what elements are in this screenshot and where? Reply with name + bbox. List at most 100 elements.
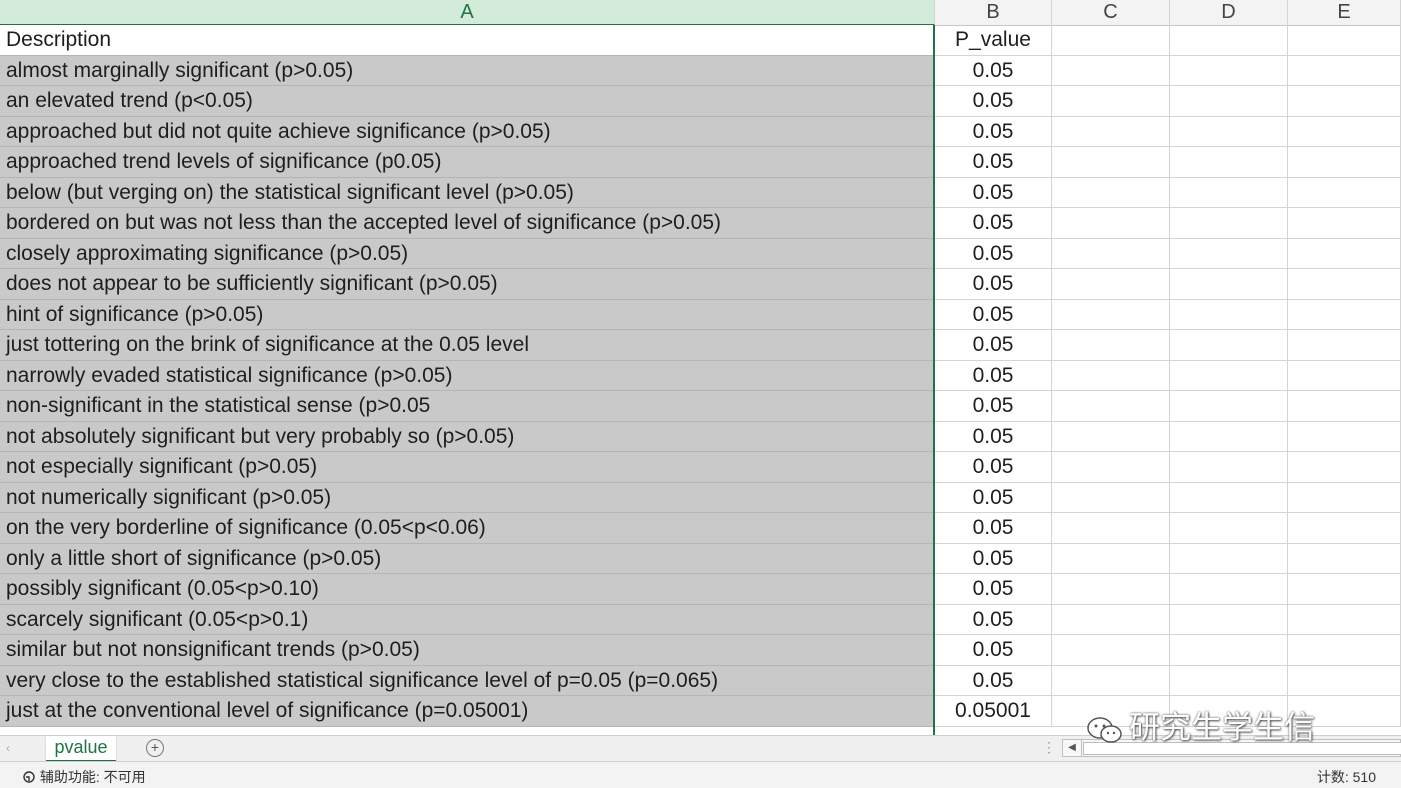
- cell-a[interactable]: very close to the established statistica…: [0, 665, 935, 696]
- cell-d[interactable]: [1170, 147, 1288, 178]
- cell-e[interactable]: [1288, 86, 1401, 117]
- cell-a[interactable]: scarcely significant (0.05<p>0.1): [0, 604, 935, 635]
- cell-d[interactable]: [1170, 238, 1288, 269]
- cell-a[interactable]: below (but verging on) the statistical s…: [0, 177, 935, 208]
- cell-c[interactable]: [1052, 604, 1170, 635]
- cell-e[interactable]: [1288, 543, 1401, 574]
- cell-b[interactable]: 0.05: [935, 269, 1052, 300]
- cell-c1[interactable]: [1052, 25, 1170, 56]
- cell-e[interactable]: [1288, 604, 1401, 635]
- cell-c[interactable]: [1052, 452, 1170, 483]
- cell-c[interactable]: [1052, 269, 1170, 300]
- cell-b[interactable]: 0.05: [935, 391, 1052, 422]
- column-header-c[interactable]: C: [1052, 0, 1170, 25]
- cell-c[interactable]: [1052, 635, 1170, 666]
- cell-d[interactable]: [1170, 391, 1288, 422]
- cell-d[interactable]: [1170, 116, 1288, 147]
- cell-a[interactable]: non-significant in the statistical sense…: [0, 391, 935, 422]
- cell-b[interactable]: 0.05: [935, 482, 1052, 513]
- cell-b[interactable]: 0.05: [935, 635, 1052, 666]
- cell-d[interactable]: [1170, 55, 1288, 86]
- cell-d[interactable]: [1170, 665, 1288, 696]
- cell-c[interactable]: [1052, 421, 1170, 452]
- cell-b[interactable]: 0.05: [935, 330, 1052, 361]
- cell-d[interactable]: [1170, 635, 1288, 666]
- cell-b[interactable]: 0.05: [935, 177, 1052, 208]
- cell-d[interactable]: [1170, 452, 1288, 483]
- column-header-e[interactable]: E: [1288, 0, 1401, 25]
- cell-a[interactable]: just tottering on the brink of significa…: [0, 330, 935, 361]
- cell-d[interactable]: [1170, 360, 1288, 391]
- cell-a[interactable]: not numerically significant (p>0.05): [0, 482, 935, 513]
- cell-b[interactable]: 0.05: [935, 238, 1052, 269]
- cell-b[interactable]: 0.05: [935, 452, 1052, 483]
- cell-a[interactable]: narrowly evaded statistical significance…: [0, 360, 935, 391]
- cell-e[interactable]: [1288, 208, 1401, 239]
- cell-b[interactable]: 0.05: [935, 299, 1052, 330]
- cell-d[interactable]: [1170, 269, 1288, 300]
- cell-c[interactable]: [1052, 391, 1170, 422]
- cell-c[interactable]: [1052, 299, 1170, 330]
- cell-b[interactable]: 0.05: [935, 86, 1052, 117]
- cell-a[interactable]: approached trend levels of significance …: [0, 147, 935, 178]
- cell-c[interactable]: [1052, 116, 1170, 147]
- cell-b[interactable]: 0.05: [935, 360, 1052, 391]
- cell-d[interactable]: [1170, 299, 1288, 330]
- cell-b[interactable]: 0.05001: [935, 696, 1052, 727]
- cell-c[interactable]: [1052, 147, 1170, 178]
- cell-e[interactable]: [1288, 147, 1401, 178]
- column-header-d[interactable]: D: [1170, 0, 1288, 25]
- cell-a[interactable]: on the very borderline of significance (…: [0, 513, 935, 544]
- cell-c[interactable]: [1052, 513, 1170, 544]
- column-header-b[interactable]: B: [935, 0, 1052, 25]
- cell-a[interactable]: an elevated trend (p<0.05): [0, 86, 935, 117]
- cell-d1[interactable]: [1170, 25, 1288, 56]
- tab-splitter-handle[interactable]: ⋮: [1042, 739, 1056, 756]
- cell-d[interactable]: [1170, 482, 1288, 513]
- cell-e[interactable]: [1288, 238, 1401, 269]
- cell-a[interactable]: not absolutely significant but very prob…: [0, 421, 935, 452]
- cell-e[interactable]: [1288, 452, 1401, 483]
- cell-c[interactable]: [1052, 86, 1170, 117]
- cell-c[interactable]: [1052, 208, 1170, 239]
- cell-b[interactable]: 0.05: [935, 513, 1052, 544]
- cell-e[interactable]: [1288, 391, 1401, 422]
- cell-c[interactable]: [1052, 665, 1170, 696]
- cell-a[interactable]: closely approximating significance (p>0.…: [0, 238, 935, 269]
- cell-a[interactable]: bordered on but was not less than the ac…: [0, 208, 935, 239]
- cell-b[interactable]: 0.05: [935, 421, 1052, 452]
- cell-e[interactable]: [1288, 513, 1401, 544]
- cell-c[interactable]: [1052, 330, 1170, 361]
- cell-e[interactable]: [1288, 269, 1401, 300]
- cell-d[interactable]: [1170, 574, 1288, 605]
- cell-e[interactable]: [1288, 55, 1401, 86]
- cell-c[interactable]: [1052, 177, 1170, 208]
- cell-e[interactable]: [1288, 177, 1401, 208]
- cell-e[interactable]: [1288, 421, 1401, 452]
- cell-b[interactable]: 0.05: [935, 604, 1052, 635]
- cell-b[interactable]: 0.05: [935, 147, 1052, 178]
- cell-a[interactable]: approached but did not quite achieve sig…: [0, 116, 935, 147]
- cell-b[interactable]: 0.05: [935, 116, 1052, 147]
- cell-c[interactable]: [1052, 574, 1170, 605]
- cell-b[interactable]: 0.05: [935, 208, 1052, 239]
- cell-d[interactable]: [1170, 421, 1288, 452]
- cell-b1[interactable]: P_value: [935, 25, 1052, 56]
- cell-a[interactable]: not especially significant (p>0.05): [0, 452, 935, 483]
- cell-e[interactable]: [1288, 299, 1401, 330]
- plus-circle-icon[interactable]: +: [146, 739, 164, 757]
- cell-b[interactable]: 0.05: [935, 55, 1052, 86]
- cell-e[interactable]: [1288, 482, 1401, 513]
- cell-a1[interactable]: Description: [0, 25, 935, 56]
- cell-e[interactable]: [1288, 360, 1401, 391]
- cell-b[interactable]: 0.05: [935, 543, 1052, 574]
- cell-e[interactable]: [1288, 116, 1401, 147]
- cell-a[interactable]: almost marginally significant (p>0.05): [0, 55, 935, 86]
- cell-c[interactable]: [1052, 360, 1170, 391]
- cell-e[interactable]: [1288, 635, 1401, 666]
- cell-c[interactable]: [1052, 543, 1170, 574]
- cell-b[interactable]: 0.05: [935, 665, 1052, 696]
- scroll-left-icon[interactable]: ◀: [1063, 740, 1082, 756]
- accessibility-status[interactable]: 辅助功能: 不可用: [22, 767, 146, 787]
- cell-d[interactable]: [1170, 177, 1288, 208]
